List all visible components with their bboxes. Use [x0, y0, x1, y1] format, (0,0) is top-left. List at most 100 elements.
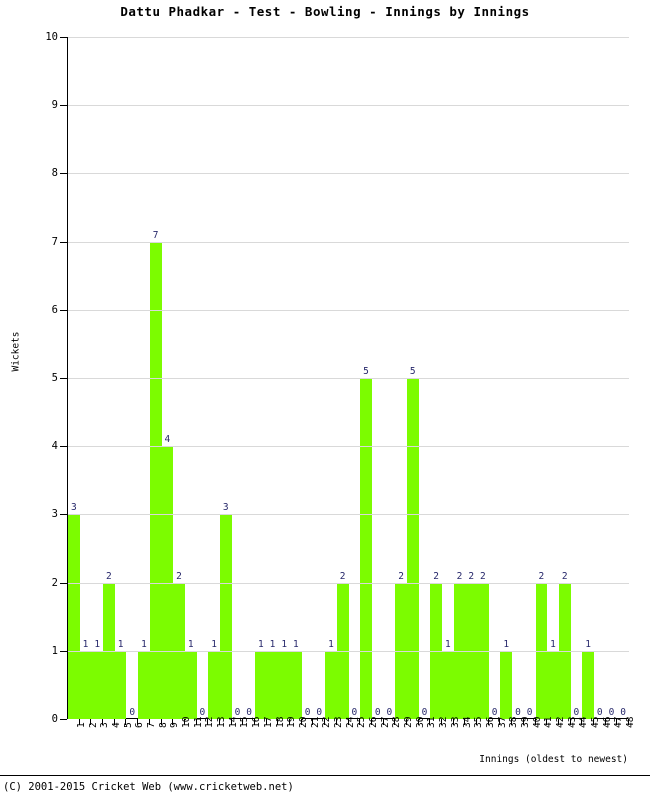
x-axis-tick-label: 19: [286, 716, 298, 728]
x-axis-tick-label: 2: [87, 722, 99, 728]
y-axis-tick: [60, 514, 67, 516]
x-axis-tick-label: 13: [216, 716, 228, 728]
bar[interactable]: [325, 650, 337, 719]
x-axis-tick-label: 21: [309, 716, 321, 728]
x-axis-title: Innings (oldest to newest): [479, 754, 628, 765]
bar-value-label: 1: [585, 638, 591, 650]
bar[interactable]: [582, 650, 594, 719]
x-axis-tick-label: 20: [297, 716, 309, 728]
y-axis-tick: [60, 719, 67, 720]
bar-value-label: 3: [70, 502, 77, 514]
bar-value-label: 1: [187, 638, 194, 650]
x-axis-tick-label: 12: [204, 716, 216, 728]
x-axis-tick-label: 35: [473, 716, 485, 728]
y-axis-tick: [60, 650, 67, 652]
x-axis-tick-label: 5: [122, 722, 134, 728]
gridline: [68, 105, 629, 107]
x-axis-tick-label: 3: [99, 722, 111, 728]
plot-area: 3112101742101300111100120500250212220100…: [67, 37, 629, 719]
x-axis-tick-label: 15: [239, 716, 251, 728]
gridline: [68, 37, 629, 38]
gridline: [68, 173, 629, 175]
x-axis-tick-label: 31: [426, 716, 438, 728]
x-axis-tick-label: 14: [227, 716, 239, 728]
bar-value-label: 1: [211, 638, 217, 650]
x-axis-tick-label: 22: [321, 716, 333, 728]
x-axis-tick-label: 26: [368, 716, 380, 728]
y-axis-tick-label: 0: [51, 713, 58, 725]
bar[interactable]: [79, 650, 92, 719]
bar[interactable]: [406, 378, 419, 719]
bar[interactable]: [138, 650, 150, 719]
y-axis-tick: [60, 37, 67, 38]
bar[interactable]: [149, 241, 162, 719]
y-axis-tick-label: 1: [51, 644, 58, 657]
bar[interactable]: [290, 650, 302, 719]
bar[interactable]: [547, 650, 559, 719]
bowling-innings-chart: Dattu Phadkar - Test - Bowling - Innings…: [0, 0, 650, 800]
y-axis-tick-label: 9: [51, 99, 58, 112]
x-axis-tick-label: 40: [531, 716, 543, 728]
x-axis-tick-label: 33: [449, 716, 461, 728]
gridline: [68, 378, 629, 379]
y-axis-tick: [60, 173, 67, 175]
bar-value-label: 2: [433, 570, 440, 582]
bar[interactable]: [208, 650, 220, 719]
x-axis-tick-label: 32: [438, 716, 450, 728]
x-axis-tick-label: 46: [601, 716, 613, 728]
x-axis-tick-label: 47: [613, 716, 625, 728]
bar[interactable]: [114, 650, 127, 719]
x-axis-tick-label: 30: [414, 716, 426, 728]
y-axis-tick-label: 3: [51, 508, 58, 521]
bar[interactable]: [442, 650, 454, 719]
bar-value-label: 1: [94, 638, 101, 650]
x-axis-tick-label: 39: [519, 716, 531, 728]
bar-value-label: 1: [293, 638, 299, 650]
bar-value-label: 2: [106, 570, 112, 582]
gridline: [68, 446, 629, 448]
x-axis-tick-label: 1: [75, 722, 87, 728]
x-axis-tick-label: 41: [543, 716, 555, 728]
bar-value-label: 2: [339, 570, 346, 582]
bar[interactable]: [266, 650, 279, 719]
gridline: [68, 309, 629, 311]
y-axis-title: Wickets: [10, 331, 22, 372]
bar[interactable]: [500, 650, 513, 719]
bar[interactable]: [184, 650, 197, 719]
y-axis-tick: [60, 378, 67, 379]
bar[interactable]: [91, 650, 104, 719]
bar-value-label: 2: [538, 570, 545, 582]
bar[interactable]: [68, 514, 80, 719]
bar-value-label: 7: [152, 229, 159, 241]
gridline: [68, 241, 629, 243]
bar-value-label: 2: [480, 570, 486, 582]
bar-value-label: 1: [141, 638, 147, 650]
bar-value-label: 2: [398, 570, 404, 582]
bar[interactable]: [255, 650, 267, 719]
y-axis-tick: [60, 105, 67, 107]
chart-title: Dattu Phadkar - Test - Bowling - Innings…: [120, 4, 530, 19]
x-axis-tick-label: 17: [262, 716, 274, 728]
x-axis-tick-label: 9: [169, 722, 181, 728]
x-axis-tick-label: 8: [157, 722, 169, 728]
x-axis-tick-label: 24: [344, 716, 356, 728]
x-axis-tick-label: 27: [379, 716, 391, 728]
x-axis-tick-label: 7: [145, 722, 157, 728]
x-axis-tick-label: 28: [391, 716, 403, 728]
x-axis-tick-label: 16: [251, 716, 263, 728]
gridline: [68, 582, 629, 584]
bar-value-label: 1: [82, 638, 89, 650]
y-axis-tick-label: 2: [51, 576, 58, 589]
x-axis-tick-label: 18: [274, 716, 286, 728]
y-axis-tick-label: 8: [51, 167, 58, 180]
bar-value-label: 1: [503, 638, 510, 650]
bar[interactable]: [219, 514, 232, 719]
x-axis-tick-label: 37: [496, 716, 508, 728]
bar-value-label: 2: [176, 570, 182, 582]
bar[interactable]: [278, 650, 291, 719]
bar-value-label: 1: [328, 638, 334, 650]
x-axis-tick-label: 48: [625, 716, 637, 728]
x-axis-tick-label: 11: [192, 716, 204, 728]
bar[interactable]: [360, 378, 372, 719]
y-axis-tick-label: 10: [45, 31, 58, 43]
